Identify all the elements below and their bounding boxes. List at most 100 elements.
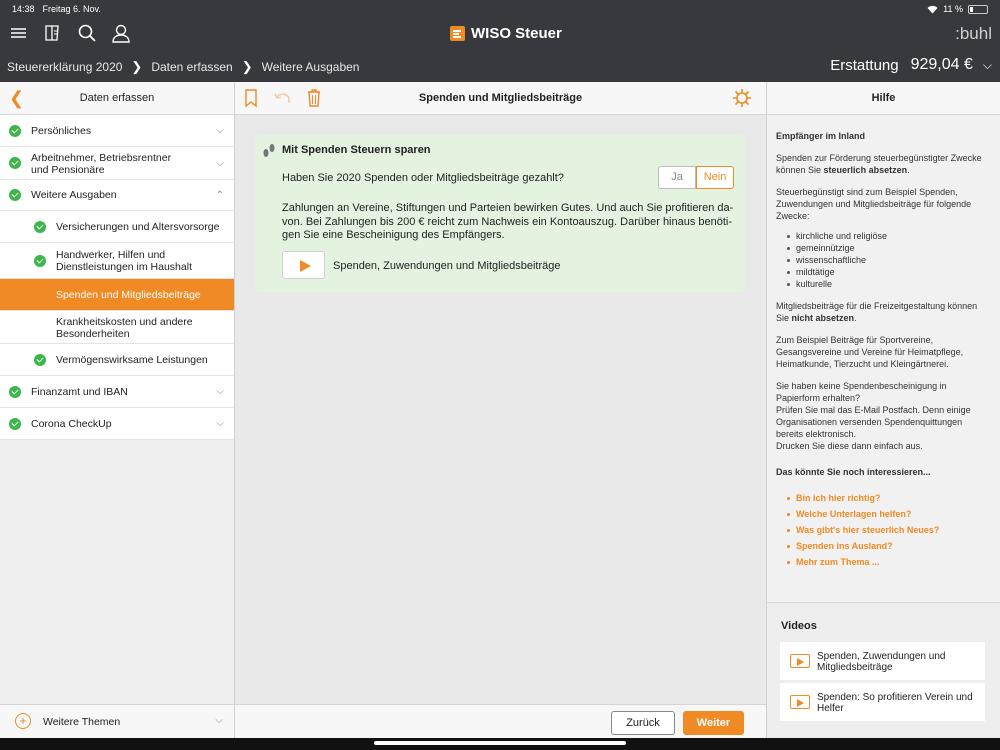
card-description-line: von. Bei Zahlungen bis 200 € reicht zum … — [282, 215, 733, 228]
menu-icon[interactable] — [8, 22, 30, 44]
sidebar-item-label-line2: Besonderheiten — [56, 328, 130, 340]
help-links: Bin ich hier richtig? Welche Unterlagen … — [787, 492, 991, 568]
help-link[interactable]: Welche Unterlagen helfen? — [787, 508, 991, 520]
card-description: Zahlungen an Vereine, Stiftungen und Par… — [282, 202, 735, 243]
play-icon — [790, 654, 810, 668]
check-icon — [9, 417, 21, 430]
video-item[interactable]: Spenden, Zuwendungen und Mitgliedsbeiträ… — [780, 642, 985, 680]
help-heading: Empfänger im Inland — [776, 131, 866, 141]
help-paragraph: Spenden zur Förderung steuerbegünstigter… — [776, 152, 991, 176]
help-more-heading: Das könnte Sie noch interessieren... — [776, 467, 931, 477]
sidebar-item-label: Versicherungen und Altersvorsorge — [56, 220, 220, 233]
help-list-item: kulturelle — [787, 278, 991, 290]
no-button[interactable]: Nein — [696, 166, 734, 189]
book-icon[interactable] — [42, 22, 64, 44]
help-list: kirchliche und religiöse gemeinnützige w… — [787, 230, 991, 290]
battery-icon — [968, 4, 988, 14]
help-link[interactable]: Bin ich hier richtig? — [787, 492, 991, 504]
search-icon[interactable] — [76, 22, 98, 44]
sidebar-item-label: Handwerker, Hilfen und — [56, 249, 166, 261]
help-text: Drucken Sie diese dann einfach aus. — [776, 441, 923, 451]
main-footer: Zurück Weiter — [235, 704, 766, 738]
chevron-down-icon: ⌵ — [216, 386, 224, 397]
card-description-line: gen Sie eine Bescheinigung des Empfänger… — [282, 229, 505, 241]
main-header: Spenden und Mitgliedsbeiträge — [235, 82, 766, 115]
footprints-icon — [262, 143, 276, 157]
check-icon — [9, 189, 21, 201]
check-icon — [34, 254, 46, 267]
sidebar-item-finanzamt[interactable]: Finanzamt und IBAN ⌵ — [0, 376, 234, 408]
brand-name: WISO Steuer — [471, 25, 562, 42]
brand-logo: WISO Steuer — [450, 25, 562, 42]
breadcrumb-item[interactable]: Weitere Ausgaben — [262, 60, 360, 74]
yes-button[interactable]: Ja — [658, 166, 696, 189]
help-header: Hilfe — [767, 82, 1000, 115]
chevron-down-icon: ⌵ — [216, 418, 224, 429]
sidebar-title: Daten erfassen — [79, 92, 155, 104]
help-text: Prüfen Sie mal das E-Mail Postfach. Denn… — [776, 405, 971, 439]
next-button[interactable]: Weiter — [683, 711, 744, 735]
sidebar-item-corona[interactable]: Corona CheckUp ⌵ — [0, 408, 234, 440]
user-icon[interactable] — [110, 22, 132, 44]
breadcrumb-item[interactable]: Daten erfassen — [151, 60, 232, 74]
help-link[interactable]: Mehr zum Thema ... — [787, 556, 991, 568]
play-video-button[interactable] — [282, 251, 325, 279]
help-text-bold: nicht absetzen — [791, 313, 855, 323]
chevron-down-icon: ⌵ — [982, 57, 992, 72]
help-content: Empfänger im Inland Spenden zur Förderun… — [776, 130, 991, 572]
help-paragraph: Sie haben keine Spendenbescheinigung in … — [776, 380, 991, 452]
sidebar-header: ❮ Daten erfassen — [0, 82, 234, 115]
video-title: Spenden: So profitieren Verein und Helfe… — [817, 692, 973, 714]
help-text: . — [907, 165, 910, 175]
chevron-down-icon: ⌵ — [215, 715, 223, 726]
wifi-icon — [927, 5, 938, 13]
refund-amount: 929,04 € — [910, 56, 973, 73]
videos-section: Videos Spenden, Zuwendungen und Mitglied… — [767, 602, 1000, 738]
sidebar-item-label: Spenden und Mitgliedsbeiträge — [56, 288, 201, 301]
breadcrumb-item[interactable]: Steuererklärung 2020 — [7, 60, 122, 74]
video-title: Spenden, Zuwendungen und Mitgliedsbeiträ… — [817, 651, 946, 673]
help-list-item: kirchliche und religiöse — [787, 230, 991, 242]
status-time: 14:38 — [12, 4, 35, 14]
wiso-logo-icon — [450, 26, 465, 41]
sidebar-item-persoenliches[interactable]: Persönliches ⌵ — [0, 115, 234, 147]
sidebar-item-label: Persönliches — [31, 124, 92, 137]
sidebar-item-weitere-ausgaben[interactable]: Weitere Ausgaben ⌃ — [0, 180, 234, 211]
help-list-item: wissenschaftliche — [787, 254, 991, 266]
help-link[interactable]: Was gibt's hier steuerlich Neues? — [787, 524, 991, 536]
help-paragraph: Zum Beispiel Beiträge für Sportvereine, … — [776, 335, 964, 369]
help-text: . — [854, 313, 857, 323]
virus-check-icon[interactable] — [731, 87, 753, 114]
question-card: Mit Spenden Steuern sparen Haben Sie 202… — [255, 135, 745, 292]
play-icon — [790, 695, 810, 709]
sidebar-subitem-handwerker[interactable]: Handwerker, Hilfen und Dienstleistungen i… — [0, 243, 234, 279]
video-label[interactable]: Spenden, Zuwendungen und Mitgliedsbeiträ… — [333, 260, 561, 272]
help-title: Hilfe — [871, 92, 896, 104]
app-header: WISO Steuer :buhl — [0, 18, 1000, 50]
sidebar-item-arbeitnehmer[interactable]: Arbeitnehmer, Betriebsrentner und Pension… — [0, 147, 234, 180]
help-panel: Hilfe Empfänger im Inland Spenden zur Fö… — [766, 82, 1000, 738]
back-button[interactable]: Zurück — [611, 711, 675, 735]
vendor-logo: :buhl — [955, 24, 992, 43]
sidebar-subitem-versicherungen[interactable]: Versicherungen und Altersvorsorge — [0, 211, 234, 243]
sidebar-subitem-krankheitskosten[interactable]: Krankheitskosten und andere Besonderheite… — [0, 311, 234, 344]
chevron-down-icon: ⌵ — [216, 157, 224, 169]
sidebar-subitem-vermoegenswirksame[interactable]: Vermögenswirksame Leistungen — [0, 344, 234, 376]
help-paragraph: Steuerbegünstigt sind zum Beispiel Spend… — [776, 187, 972, 221]
main-panel: Spenden und Mitgliedsbeiträge Mit Spende… — [235, 82, 766, 738]
check-icon — [34, 353, 46, 366]
plus-circle-icon: + — [15, 713, 31, 729]
sidebar-item-label: Finanzamt und IBAN — [31, 385, 128, 398]
help-link[interactable]: Spenden ins Ausland? — [787, 540, 991, 552]
sidebar-subitem-spenden[interactable]: Spenden und Mitgliedsbeiträge — [0, 279, 234, 311]
home-indicator — [0, 738, 1000, 750]
refund-summary[interactable]: Erstattung 929,04 € ⌵ — [830, 56, 992, 74]
page-title: Spenden und Mitgliedsbeiträge — [418, 92, 583, 104]
battery-percent: 11 % — [943, 4, 963, 14]
help-list-item: gemeinnützige — [787, 242, 991, 254]
more-topics-button[interactable]: + Weitere Themen ⌵ — [0, 704, 234, 738]
video-item[interactable]: Spenden: So profitieren Verein und Helfe… — [780, 683, 985, 721]
check-icon — [34, 220, 46, 233]
videos-title: Videos — [781, 620, 817, 632]
question-text: Haben Sie 2020 Spenden oder Mitgliedsbei… — [282, 172, 564, 184]
